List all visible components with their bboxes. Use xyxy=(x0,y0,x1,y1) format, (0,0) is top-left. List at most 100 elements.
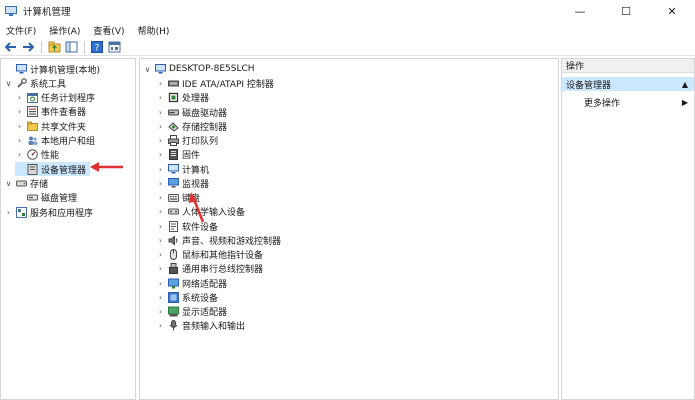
device-list-pane: ∨ DESKTOP-8E5SLCH › IDE ATA/ATAPI 控制器 › 处理器… xyxy=(139,58,559,400)
tree-item[interactable]: › 性能 xyxy=(15,148,63,162)
expand-arrow-icon[interactable]: › xyxy=(156,108,165,117)
expand-arrow-icon[interactable]: › xyxy=(156,79,165,88)
properties-button[interactable] xyxy=(106,40,122,55)
tree-item[interactable]: ∨ 系统工具 xyxy=(4,76,70,90)
expand-arrow-icon[interactable]: › xyxy=(156,307,165,316)
back-arrow-icon xyxy=(5,42,16,52)
device-category[interactable]: › 监视器 xyxy=(156,176,209,190)
tree-item[interactable]: › 事件查看器 xyxy=(15,105,90,119)
expand-arrow-icon[interactable]: › xyxy=(4,208,13,217)
expand-arrow-icon[interactable]: › xyxy=(156,122,165,131)
expand-arrow-icon[interactable]: › xyxy=(156,321,165,330)
computer-icon xyxy=(168,164,179,175)
tree-item[interactable]: › 共享文件夹 xyxy=(15,119,90,133)
device-category[interactable]: › 存储控制器 xyxy=(156,119,227,133)
svg-text:?: ? xyxy=(95,44,100,54)
tree-item[interactable]: › 任务计划程序 xyxy=(15,91,99,105)
expand-arrow-icon[interactable]: › xyxy=(15,136,24,145)
computer-icon xyxy=(155,64,166,75)
expand-arrow-icon[interactable]: › xyxy=(15,107,24,116)
device-category[interactable]: › 系统设备 xyxy=(156,290,218,304)
tree-item[interactable]: › 服务和应用程序 xyxy=(4,205,97,219)
device-category[interactable]: › 显示适配器 xyxy=(156,305,227,319)
device-category[interactable]: › 打印队列 xyxy=(156,134,218,148)
menu-bar: 文件(F) 操作(A) 查看(V) 帮助(H) xyxy=(0,22,695,39)
tree-item[interactable]: › 本地用户和组 xyxy=(15,134,99,148)
close-button[interactable]: ✕ xyxy=(649,0,695,22)
help-button[interactable]: ? xyxy=(89,40,105,55)
menu-help[interactable]: 帮助(H) xyxy=(138,24,170,37)
expand-arrow-icon[interactable]: › xyxy=(156,136,165,145)
device-root-node[interactable]: ∨ DESKTOP-8E5SLCH xyxy=(143,62,255,76)
actions-device-manager-section[interactable]: 设备管理器 ▲ xyxy=(562,77,694,91)
device-category[interactable]: › IDE ATA/ATAPI 控制器 xyxy=(156,77,274,91)
device-category[interactable]: › 计算机 xyxy=(156,162,209,176)
device-category[interactable]: › 通用串行总线控制器 xyxy=(156,262,263,276)
menu-file[interactable]: 文件(F) xyxy=(6,24,36,37)
expand-arrow-icon[interactable]: › xyxy=(156,150,165,159)
tree-item-label: 设备管理器 xyxy=(41,165,87,176)
collapse-arrow-icon[interactable]: ∨ xyxy=(4,179,13,188)
device-category[interactable]: › 软件设备 xyxy=(156,219,218,233)
device-category[interactable]: › 鼠标和其他指针设备 xyxy=(156,248,263,262)
print-queue-icon xyxy=(168,135,179,146)
tree-item-label: 本地用户和组 xyxy=(41,137,96,147)
maximize-button[interactable]: ☐ xyxy=(603,0,649,22)
tree-item-label: 存储 xyxy=(30,179,49,190)
toolbar-separator xyxy=(41,40,42,54)
expand-arrow-icon[interactable]: › xyxy=(156,207,165,216)
tree-item[interactable]: 计算机管理(本地) xyxy=(4,62,104,76)
back-button[interactable] xyxy=(3,40,19,55)
expand-arrow-icon[interactable]: › xyxy=(156,222,165,231)
device-category-label: 声音、视频和游戏控制器 xyxy=(182,236,282,247)
device-category[interactable]: › 键盘 xyxy=(156,191,200,205)
title-bar: 计算机管理 — ☐ ✕ xyxy=(0,0,695,22)
expand-arrow-icon[interactable]: › xyxy=(156,236,165,245)
expand-arrow-icon[interactable]: › xyxy=(156,293,165,302)
expand-arrow-icon[interactable]: › xyxy=(156,279,165,288)
device-category[interactable]: › 磁盘驱动器 xyxy=(156,105,227,119)
expand-arrow-icon[interactable]: › xyxy=(156,93,165,102)
collapse-arrow-icon[interactable]: ∨ xyxy=(143,65,152,74)
device-category[interactable]: › 声音、视频和游戏控制器 xyxy=(156,233,281,247)
sound-icon xyxy=(168,235,179,246)
tree-item[interactable]: ∨ 存储 xyxy=(4,176,52,190)
device-category[interactable]: › 网络适配器 xyxy=(156,276,227,290)
expand-arrow-icon[interactable]: › xyxy=(156,179,165,188)
device-category-label: 通用串行总线控制器 xyxy=(182,265,264,276)
computer-management-icon xyxy=(16,64,27,75)
up-level-button[interactable] xyxy=(46,40,62,55)
tree-item[interactable]: 磁盘管理 xyxy=(15,191,81,205)
expand-arrow-icon[interactable]: › xyxy=(156,165,165,174)
forward-button[interactable] xyxy=(20,40,36,55)
device-category-label: 打印队列 xyxy=(182,137,219,147)
window-title: 计算机管理 xyxy=(23,7,71,18)
expand-arrow-icon[interactable]: › xyxy=(156,250,165,259)
actions-header: 操作 xyxy=(562,59,694,73)
menu-view[interactable]: 查看(V) xyxy=(93,24,124,37)
expand-arrow-icon[interactable]: › xyxy=(156,193,165,202)
menu-action[interactable]: 操作(A) xyxy=(49,24,80,37)
expand-arrow-icon[interactable]: › xyxy=(15,122,24,131)
device-category[interactable]: › 处理器 xyxy=(156,91,209,105)
expand-arrow-icon[interactable]: › xyxy=(156,264,165,273)
performance-icon xyxy=(27,149,38,161)
minimize-button[interactable]: — xyxy=(557,0,603,22)
device-category[interactable]: › 固件 xyxy=(156,148,200,162)
expand-arrow-icon[interactable]: › xyxy=(15,150,24,159)
keyboard-icon xyxy=(168,192,179,203)
device-category[interactable]: › 人体学输入设备 xyxy=(156,205,245,219)
show-hide-tree-button[interactable] xyxy=(63,40,79,55)
folder-up-icon xyxy=(48,41,60,53)
more-actions-item[interactable]: 更多操作 ▶ xyxy=(562,95,694,109)
toolbar-separator xyxy=(84,40,85,54)
tree-item[interactable]: 设备管理器 xyxy=(15,162,91,177)
device-category-label: 存储控制器 xyxy=(182,122,228,133)
audio-io-icon xyxy=(168,320,179,331)
storage-controller-icon xyxy=(168,121,179,132)
collapse-arrow-icon[interactable]: ∨ xyxy=(4,79,13,88)
device-category[interactable]: › 音频输入和输出 xyxy=(156,319,245,333)
tree-item-label: 计算机管理(本地) xyxy=(30,65,101,76)
device-category-label: 磁盘驱动器 xyxy=(182,108,228,119)
expand-arrow-icon[interactable]: › xyxy=(15,93,24,102)
